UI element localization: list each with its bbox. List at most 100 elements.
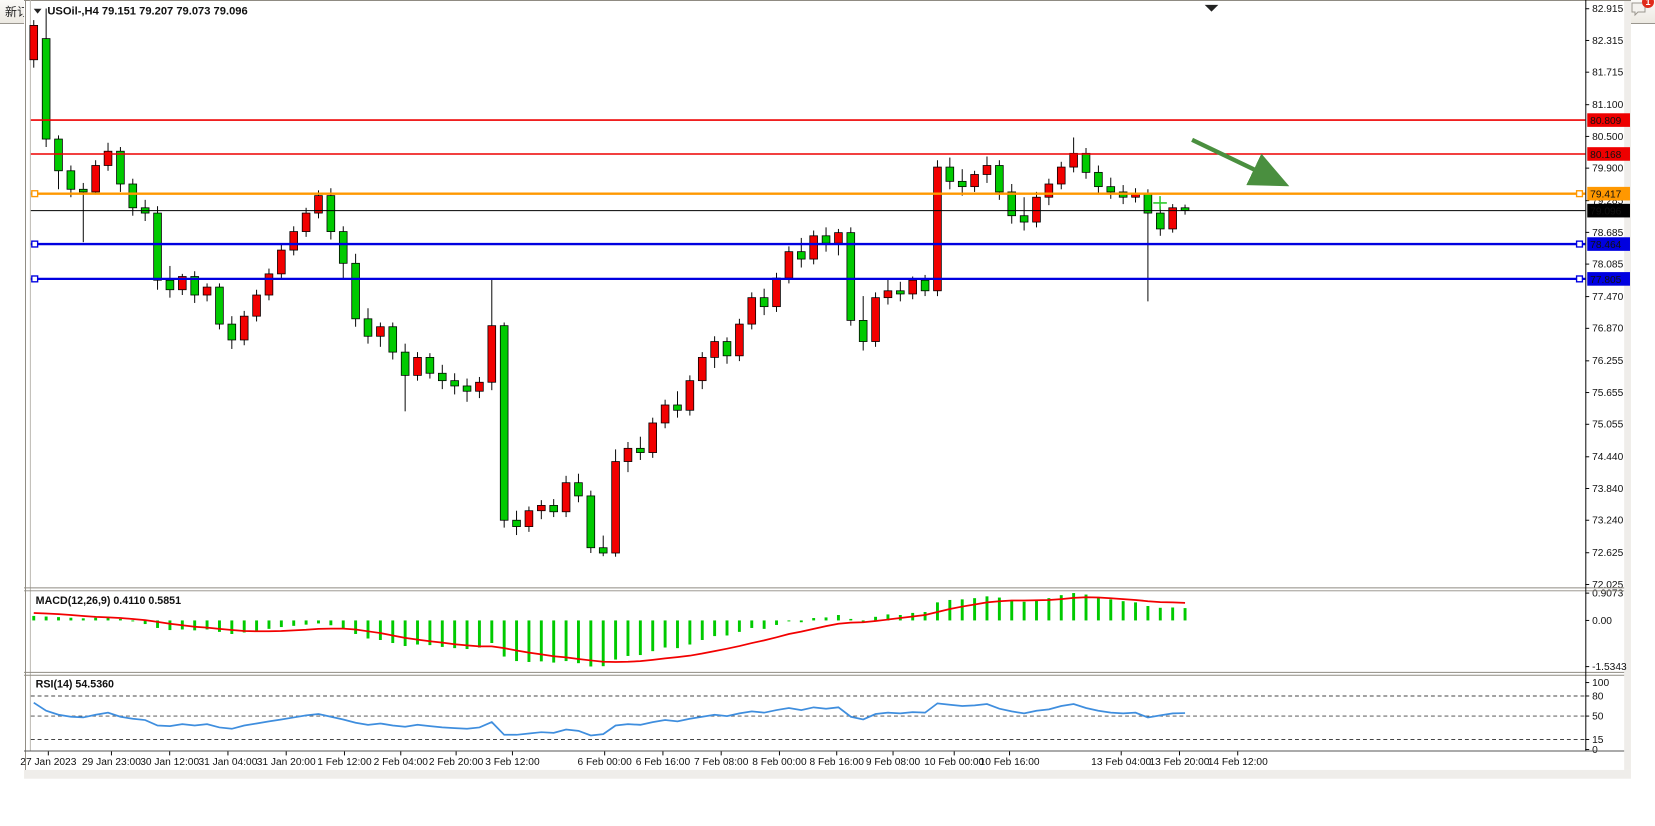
macd-hist-bar [45,617,48,621]
candle [1095,172,1103,186]
candle [42,39,50,139]
price-tick-label: 82.915 [1592,4,1623,15]
candle [265,274,273,295]
candle [67,171,75,190]
candle [748,298,756,324]
line-handle[interactable] [32,241,38,247]
macd-hist-bar [82,618,85,620]
candle [562,483,570,512]
time-tick-label: 6 Feb 00:00 [577,757,632,768]
price-tick-label: 80.500 [1592,132,1623,143]
chart-title: USOil-,H4 79.151 79.207 79.073 79.096 [47,6,247,18]
macd-hist-bar [32,616,35,621]
macd-hist-bar [490,620,493,643]
time-tick-label: 2 Feb 20:00 [429,757,484,768]
macd-hist-bar [750,620,753,628]
macd-hist-bar [812,618,815,620]
price-tick-label: 73.840 [1592,484,1623,495]
time-tick-label: 31 Jan 20:00 [257,757,316,768]
macd-hist-bar [317,620,320,623]
rsi-label: RSI(14) 54.5360 [36,678,114,690]
line-handle[interactable] [1577,191,1583,197]
macd-hist-bar [701,620,704,640]
time-tick-label: 10 Feb 00:00 [924,757,984,768]
line-handle[interactable] [1577,276,1583,282]
candle [253,295,261,316]
price-tick-label: 78.085 [1592,259,1623,270]
candle [1020,216,1028,222]
candle [636,448,644,452]
candle [1057,167,1065,184]
price-badge-label: 79.417 [1590,190,1621,201]
candle [1181,208,1189,211]
candle [946,167,954,181]
candle [760,298,768,307]
candle [1033,197,1041,222]
macd-hist-bar [651,620,654,651]
macd-hist-bar [193,620,196,630]
macd-hist-bar [1047,598,1050,620]
macd-label: MACD(12,26,9) 0.4110 0.5851 [36,595,181,607]
macd-hist-bar [1184,608,1187,620]
price-tick-label: 82.315 [1592,36,1623,47]
time-tick-label: 13 Feb 04:00 [1091,757,1151,768]
macd-hist-bar [713,620,716,636]
candle [958,181,966,186]
candle [203,287,211,295]
macd-hist-bar [94,618,97,621]
macd-hist-bar [57,617,60,620]
macd-hist-bar [800,620,803,622]
candle [117,151,125,184]
macd-hist-bar [268,620,271,628]
macd-hist-bar [255,620,258,630]
macd-hist-bar [1085,595,1088,621]
candle [476,382,484,391]
macd-hist-bar [354,620,357,634]
candle [624,448,632,461]
time-tick-label: 1 Feb 12:00 [317,757,372,768]
candle [154,213,162,280]
macd-hist-bar [391,620,394,643]
candle [1070,153,1078,167]
candle [1107,187,1115,192]
candle [995,165,1003,191]
macd-hist-bar [924,612,927,620]
macd-hist-bar [503,620,506,656]
chart-area[interactable]: USOil-,H4 79.151 79.207 79.073 79.096 MAC… [0,0,1655,802]
line-handle[interactable] [32,276,38,282]
macd-hist-bar [305,620,308,624]
macd-hist-bar [664,620,667,647]
rsi-tick-label: 100 [1592,678,1609,689]
macd-hist-bar [379,620,382,640]
candle [129,184,137,208]
candle [649,423,657,453]
line-handle[interactable] [32,191,38,197]
time-tick-label: 6 Feb 16:00 [636,757,691,768]
candle [884,291,892,298]
price-tick-label: 73.240 [1592,516,1623,527]
macd-hist-bar [565,620,568,661]
macd-hist-bar [849,619,852,621]
price-tick-label: 81.715 [1592,68,1623,79]
candle [339,232,347,264]
candle [921,280,929,291]
macd-hist-bar [676,620,679,648]
candle [612,462,620,553]
candle [438,373,446,380]
candle [55,139,63,171]
macd-tick-label: 0.9073 [1592,589,1623,600]
macd-hist-bar [1023,602,1026,621]
price-badge-label: 80.809 [1590,116,1621,127]
macd-hist-bar [1010,600,1013,620]
candle [228,324,236,340]
macd-hist-bar [1146,606,1149,620]
macd-hist-bar [602,620,605,666]
candle [1144,194,1152,214]
candle [835,233,843,244]
price-badge-label: 78.464 [1590,240,1621,251]
time-tick-label: 14 Feb 12:00 [1208,757,1268,768]
time-tick-label: 8 Feb 00:00 [752,757,807,768]
candle [166,280,174,290]
line-handle[interactable] [1577,241,1583,247]
candle [364,319,372,336]
